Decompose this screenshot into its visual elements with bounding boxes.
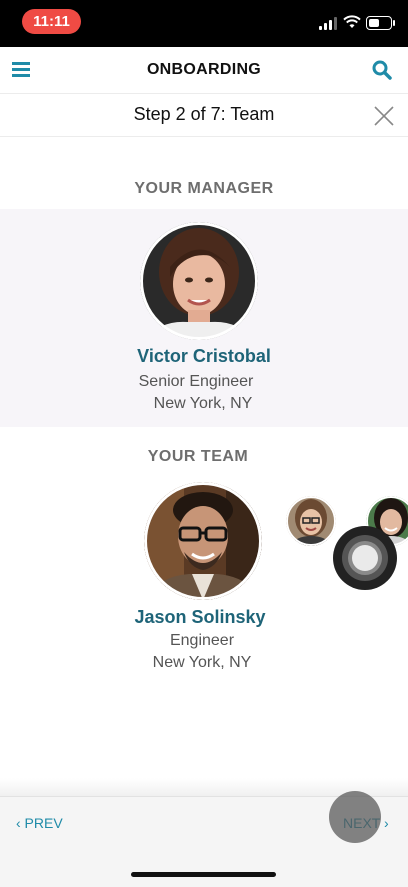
home-indicator[interactable]	[131, 872, 276, 877]
assistive-touch-button[interactable]	[333, 526, 397, 590]
manager-location: New York, NY	[153, 395, 253, 412]
search-icon[interactable]	[372, 60, 392, 80]
status-time: 11:11	[22, 9, 81, 34]
close-icon[interactable]	[373, 105, 395, 127]
team-heading: YOUR TEAM	[147, 448, 249, 465]
touch-indicator	[329, 791, 381, 843]
manager-avatar[interactable]	[140, 222, 258, 340]
manager-heading: YOUR MANAGER	[134, 180, 274, 197]
battery-icon	[366, 16, 395, 30]
cellular-signal-icon	[319, 16, 339, 30]
step-title: Step 2 of 7: Team	[133, 104, 275, 124]
status-bar: 11:11	[0, 0, 408, 47]
manager-role: Senior Engineer	[138, 373, 254, 390]
team-member-avatar-next[interactable]	[286, 496, 336, 546]
team-member-avatar[interactable]	[144, 482, 262, 600]
manager-name: Victor Cristobal	[137, 346, 271, 366]
team-member-role: Engineer	[169, 632, 235, 649]
app-title: ONBOARDING	[146, 61, 262, 78]
team-member-location: New York, NY	[152, 654, 252, 671]
app-header: ONBOARDING	[0, 47, 408, 94]
team-member-name: Jason Solinsky	[134, 607, 266, 627]
wifi-icon	[343, 15, 361, 28]
step-bar: Step 2 of 7: Team	[0, 94, 408, 137]
prev-button[interactable]: ‹ PREV	[16, 815, 63, 831]
